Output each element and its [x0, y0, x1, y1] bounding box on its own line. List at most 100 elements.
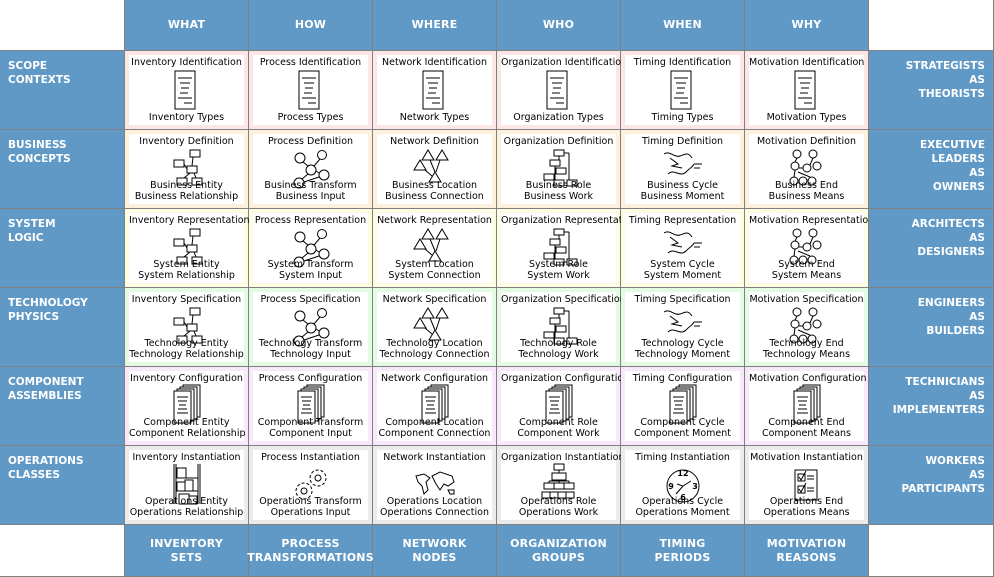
- matrix-cell[interactable]: Timing Specification Technology Cycle Tech…: [621, 288, 745, 367]
- role-label-line: IMPLEMENTERS: [892, 404, 985, 416]
- matrix-cell[interactable]: Motivation Definition Business End Busines…: [745, 130, 869, 209]
- matrix-cell-content: Timing Representation System Cycle System …: [625, 213, 740, 283]
- matrix-cell-content: Network Specification Technology Location…: [377, 292, 492, 362]
- role-label-line: WORKERS: [925, 455, 985, 467]
- matrix-cell[interactable]: Network Instantiation Operations Location…: [373, 446, 497, 525]
- matrix-cell[interactable]: Network Specification Technology Location…: [373, 288, 497, 367]
- cell-title: Process Specification: [260, 294, 361, 305]
- matrix-cell[interactable]: Motivation Identification Motivation Type…: [745, 51, 869, 130]
- cell-caption-line1: Business Location: [391, 180, 478, 191]
- cell-title: Network Configuration: [380, 373, 489, 384]
- matrix-cell[interactable]: Inventory Specification Technology Entity…: [125, 288, 249, 367]
- cell-caption: Operations End Operations Means: [749, 496, 864, 518]
- cell-caption: System Location System Connection: [377, 259, 492, 281]
- matrix-cell[interactable]: Motivation Configuration Component End Com…: [745, 367, 869, 446]
- cell-caption: Component Cycle Component Moment: [625, 417, 740, 439]
- cell-caption-line1: System Cycle: [650, 259, 715, 270]
- matrix-cell-content: Network Definition Business Location Busin…: [377, 134, 492, 204]
- cell-caption: Inventory Types: [129, 112, 244, 123]
- matrix-cell[interactable]: Inventory Representation System Entity Sys…: [125, 209, 250, 288]
- cell-caption-line1: Technology Transform: [258, 338, 363, 349]
- cell-caption: Component Role Component Work: [501, 417, 616, 439]
- cell-caption-line1: System Location: [395, 259, 474, 270]
- column-footer-line2: GROUPS: [532, 550, 585, 564]
- cell-title: Motivation Definition: [756, 136, 857, 147]
- cell-caption-line2: System Connection: [388, 270, 481, 281]
- matrix-cell[interactable]: Process Identification Process Types: [249, 51, 373, 130]
- cell-title: Motivation Configuration: [749, 373, 867, 384]
- cell-caption-line2: System Moment: [643, 270, 722, 281]
- row-label-line: OPERATIONS: [8, 455, 84, 467]
- cell-title: Timing Configuration: [632, 373, 733, 384]
- matrix-cell[interactable]: Timing Representation System Cycle System …: [621, 209, 745, 288]
- role-label-line: ENGINEERS: [917, 297, 985, 309]
- cell-caption-line2: Component Means: [761, 428, 851, 439]
- matrix-cell[interactable]: Organization Identification Organization …: [497, 51, 627, 130]
- cell-caption-line1: Component Entity: [143, 417, 230, 428]
- column-header-label: WHERE: [411, 18, 458, 31]
- cell-caption-line2: Technology Moment: [634, 349, 731, 360]
- cell-caption: Technology Role Technology Work: [501, 338, 616, 360]
- matrix-cell[interactable]: Motivation Instantiation Operations End Op…: [745, 446, 869, 525]
- matrix-cell[interactable]: Organization Representation System Role Sy…: [497, 209, 637, 288]
- matrix-cell[interactable]: Motivation Specification Technology End Te…: [745, 288, 869, 367]
- matrix-cell[interactable]: Organization Definition Business Role Busi…: [497, 130, 621, 209]
- cell-title: Timing Representation: [628, 215, 737, 226]
- row-label-line: SYSTEM: [8, 218, 56, 230]
- column-footer-line2: NODES: [412, 550, 457, 564]
- matrix-cell[interactable]: Network Representation System Location Sys…: [373, 209, 497, 288]
- matrix-cell[interactable]: Organization Specification Technology Rol…: [497, 288, 626, 367]
- document-icon: [162, 69, 212, 113]
- matrix-cell[interactable]: Process Definition Business Transform Busi…: [249, 130, 373, 209]
- matrix-cell[interactable]: Network Definition Business Location Busin…: [373, 130, 497, 209]
- matrix-cell[interactable]: Inventory Configuration Component Entity C…: [125, 367, 249, 446]
- matrix-cell[interactable]: Network Identification Network Types: [373, 51, 497, 130]
- matrix-cell[interactable]: Process Instantiation Operations Transfor…: [249, 446, 373, 525]
- role-label-line: BUILDERS: [926, 325, 985, 337]
- cell-title: Network Definition: [390, 136, 479, 147]
- cell-caption: System Transform System Input: [253, 259, 368, 281]
- matrix-cell-content: Process Representation System Transform Sy…: [253, 213, 368, 283]
- cell-title: Organization Specification: [501, 294, 626, 305]
- cell-caption-line1: Operations Role: [520, 496, 597, 507]
- cell-caption-line1: System End: [778, 259, 835, 270]
- role-label-line: AS: [969, 469, 985, 481]
- matrix-cell[interactable]: Timing Configuration Component Cycle Compo…: [621, 367, 745, 446]
- role-label-line: AS: [969, 311, 985, 323]
- column-footer-label: MOTIVATION REASONS: [767, 537, 846, 565]
- matrix-cell[interactable]: Timing Identification Timing Types: [621, 51, 745, 130]
- corner-top-right: [869, 0, 994, 51]
- column-footer-line2: PERIODS: [654, 550, 711, 564]
- cell-title: Inventory Specification: [131, 294, 242, 305]
- matrix-cell[interactable]: Organization Instantiation Operations Rol…: [497, 446, 624, 525]
- matrix-cell[interactable]: Inventory Identification Inventory Types: [125, 51, 249, 130]
- matrix-cell[interactable]: Network Configuration Component Location C…: [373, 367, 497, 446]
- matrix-cell[interactable]: Motivation Representation System End Syste…: [745, 209, 875, 288]
- cell-caption-line2: Technology Work: [518, 349, 599, 360]
- cell-caption: Business Transform Business Input: [253, 180, 368, 202]
- matrix-cell[interactable]: Inventory Instantiation Operations Entity…: [125, 446, 249, 525]
- column-footer-label: PROCESS TRANSFORMATIONS: [247, 537, 374, 565]
- cell-caption-line1: Technology Location: [386, 338, 483, 349]
- matrix-cell[interactable]: Process Configuration Component Transform…: [249, 367, 373, 446]
- cell-caption-line2: System Relationship: [138, 270, 235, 281]
- matrix-cell[interactable]: Timing Instantiation 12 3 6 9 Operations …: [621, 446, 745, 525]
- clock-number: 9: [668, 482, 674, 491]
- cell-caption-line1: Organization Types: [513, 112, 604, 123]
- cell-caption-line1: Component Transform: [257, 417, 364, 428]
- cell-caption-line1: Technology Cycle: [641, 338, 724, 349]
- matrix-cell[interactable]: Inventory Definition Business Entity Busin…: [125, 130, 249, 209]
- cell-caption-line1: System Transform: [267, 259, 354, 270]
- cell-title: Inventory Identification: [131, 57, 242, 68]
- cell-title: Network Representation: [377, 215, 492, 226]
- matrix-cell[interactable]: Process Specification Technology Transfor…: [249, 288, 373, 367]
- cell-title: Network Identification: [382, 57, 487, 68]
- matrix-cell[interactable]: Timing Definition Business Cycle Business …: [621, 130, 745, 209]
- matrix-cell-content: Network Identification Network Types: [377, 55, 492, 125]
- cell-caption: System Role System Work: [501, 259, 616, 281]
- cell-title: Motivation Representation: [749, 215, 875, 226]
- matrix-cell[interactable]: Process Representation System Transform Sy…: [249, 209, 373, 288]
- role-label-line: TECHNICIANS: [905, 376, 985, 388]
- cell-title: Motivation Instantiation: [750, 452, 863, 463]
- matrix-cell[interactable]: Organization Configuration Component Role…: [497, 367, 629, 446]
